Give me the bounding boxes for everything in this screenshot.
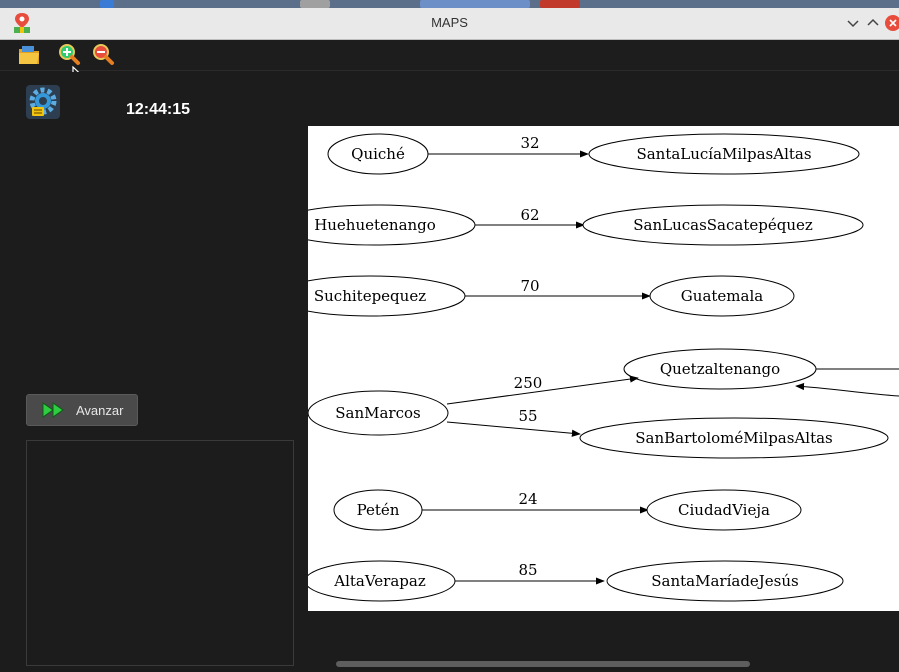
node-santa-maria-label: SantaMaríadeJesús xyxy=(651,572,799,590)
window-title: MAPS xyxy=(431,15,468,30)
edge-label: 250 xyxy=(514,374,543,392)
chevron-up-icon xyxy=(867,18,879,26)
edge-label: 24 xyxy=(518,490,537,508)
graph-view[interactable]: Quiché 32 SantaLucíaMilpasAltas Huehuete… xyxy=(274,126,899,611)
zoom-out-button[interactable] xyxy=(90,42,116,68)
map-canvas-area[interactable]: Quiché 32 SantaLucíaMilpasAltas Huehuete… xyxy=(274,72,899,654)
open-file-button[interactable] xyxy=(16,42,42,68)
desktop-taskbar-strip xyxy=(0,0,899,8)
node-suchitepequez-label: Suchitepequez xyxy=(314,287,426,305)
gear-settings-icon xyxy=(29,87,57,116)
node-alta-verapaz-label: AltaVerapaz xyxy=(333,572,426,590)
toolbar xyxy=(0,40,899,71)
node-ciudad-vieja-label: CiudadVieja xyxy=(678,501,770,519)
scrollbar-thumb[interactable] xyxy=(336,661,750,667)
settings-button[interactable] xyxy=(26,85,60,119)
edge-label: 55 xyxy=(518,407,537,425)
graph-svg: Quiché 32 SantaLucíaMilpasAltas Huehuete… xyxy=(274,133,899,602)
clock-display: 12:44:15 xyxy=(126,101,191,118)
edge-label: 85 xyxy=(518,561,537,579)
minimize-button[interactable] xyxy=(844,14,862,32)
edge-label: 32 xyxy=(520,134,539,152)
advance-button-label: Avanzar xyxy=(76,403,124,418)
fast-forward-icon xyxy=(42,402,64,418)
window-titlebar[interactable]: MAPS xyxy=(0,8,899,40)
node-quetzaltenango-label: Quetzaltenango xyxy=(660,360,780,378)
left-sidebar: 12:44:15 Avanzar xyxy=(10,72,300,672)
edge-san-marcos-san-bartolome xyxy=(446,421,581,437)
edge-san-marcos-quetzaltenango xyxy=(446,375,639,405)
node-san-lucas-label: SanLucasSacatepéquez xyxy=(633,216,813,234)
node-san-bartolome-label: SanBartoloméMilpasAltas xyxy=(635,429,833,447)
node-san-marcos-label: SanMarcos xyxy=(335,404,420,422)
info-panel xyxy=(26,440,294,666)
zoom-out-icon xyxy=(93,44,114,65)
chevron-down-icon xyxy=(847,20,859,28)
advance-button[interactable]: Avanzar xyxy=(26,394,138,426)
node-santa-lucia-label: SantaLucíaMilpasAltas xyxy=(636,145,811,163)
zoom-in-icon xyxy=(59,44,80,65)
node-peten-label: Petén xyxy=(357,501,400,519)
open-folder-icon xyxy=(19,46,39,64)
zoom-in-button[interactable] xyxy=(56,42,82,68)
horizontal-scrollbar[interactable] xyxy=(308,656,899,672)
maximize-button[interactable] xyxy=(864,14,882,32)
close-icon xyxy=(885,15,899,31)
edge-into-quetzaltenango xyxy=(795,382,899,397)
node-guatemala-label: Guatemala xyxy=(681,287,763,305)
close-button[interactable] xyxy=(884,14,899,32)
edge-label: 70 xyxy=(520,277,539,295)
edge-label: 62 xyxy=(520,206,539,224)
node-huehuetenango-label: Huehuetenango xyxy=(314,216,436,234)
node-quiche-label: Quiché xyxy=(351,145,405,163)
